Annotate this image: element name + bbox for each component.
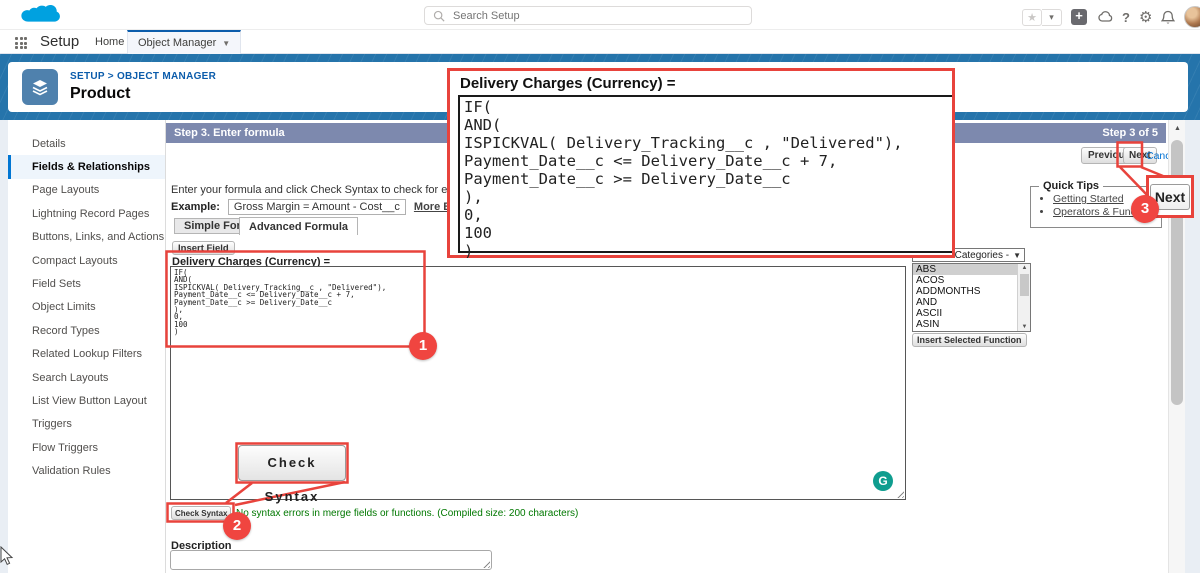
sidebar-item-lightning-record-pages[interactable]: Lightning Record Pages bbox=[8, 202, 165, 225]
annotation-zoomed-check-syntax-button: Check Syntax bbox=[238, 445, 346, 481]
resize-handle[interactable] bbox=[895, 489, 904, 498]
sidebar-item-fields-relationships[interactable]: Fields & Relationships bbox=[8, 155, 165, 178]
scroll-thumb[interactable] bbox=[1020, 274, 1029, 296]
scroll-down-icon[interactable]: ▼ bbox=[1018, 324, 1031, 330]
object-layers-icon bbox=[22, 69, 58, 105]
example-label: Example: bbox=[171, 201, 220, 213]
annotation-badge-1: 1 bbox=[409, 332, 437, 360]
zoomed-formula-text: IF( AND( ISPICKVAL( Delivery_Tracking__c… bbox=[464, 98, 903, 260]
resize-handle[interactable] bbox=[481, 559, 490, 568]
app-name: Setup bbox=[40, 33, 79, 50]
salesforce-logo-icon bbox=[18, 3, 62, 29]
sidebar-item-page-layouts[interactable]: Page Layouts bbox=[8, 179, 165, 202]
scroll-up-icon[interactable]: ▲ bbox=[1171, 122, 1184, 135]
function-option-ascii[interactable]: ASCII bbox=[913, 308, 1017, 319]
favorites-star-icon[interactable]: ★ bbox=[1022, 9, 1042, 26]
sidebar-item-buttons-links-actions[interactable]: Buttons, Links, and Actions bbox=[8, 226, 165, 249]
annotation-zoomed-formula: Delivery Charges (Currency) = IF( AND( I… bbox=[447, 68, 955, 258]
global-add-icon[interactable]: + bbox=[1071, 9, 1087, 25]
search-icon bbox=[433, 10, 445, 22]
function-option-addmonths[interactable]: ADDMONTHS bbox=[913, 286, 1017, 297]
app-nav-bar: Setup Home Object Manager▼ bbox=[0, 30, 1200, 54]
tab-advanced-formula[interactable]: Advanced Formula bbox=[239, 217, 358, 235]
sidebar-item-related-lookup-filters[interactable]: Related Lookup Filters bbox=[8, 343, 165, 366]
description-textarea[interactable] bbox=[170, 550, 492, 570]
scroll-up-icon[interactable]: ▲ bbox=[1018, 265, 1031, 271]
step-indicator: Step 3 of 5 bbox=[1102, 127, 1158, 139]
chevron-down-icon: ▼ bbox=[222, 39, 230, 48]
sidebar-item-flow-triggers[interactable]: Flow Triggers bbox=[8, 436, 165, 459]
guidance-center-icon[interactable] bbox=[1096, 10, 1113, 24]
favorites-list-caret-icon[interactable]: ▾ bbox=[1042, 9, 1062, 26]
sidebar-item-validation-rules[interactable]: Validation Rules bbox=[8, 459, 165, 482]
sidebar-item-search-layouts[interactable]: Search Layouts bbox=[8, 366, 165, 389]
example-value: Gross Margin = Amount - Cost__c bbox=[228, 199, 406, 215]
grammarly-icon[interactable]: G bbox=[873, 471, 893, 491]
sidebar-item-object-limits[interactable]: Object Limits bbox=[8, 296, 165, 319]
formula-text: IF( AND( ISPICKVAL( Delivery_Tracking__c… bbox=[174, 269, 386, 336]
mouse-cursor bbox=[0, 546, 14, 566]
page-title: Product bbox=[70, 85, 130, 103]
function-option-and[interactable]: AND bbox=[913, 297, 1017, 308]
function-option-asin[interactable]: ASIN bbox=[913, 319, 1017, 330]
check-syntax-button[interactable]: Check Syntax bbox=[171, 506, 231, 520]
function-option-abs[interactable]: ABS bbox=[913, 264, 1017, 275]
sidebar-item-triggers[interactable]: Triggers bbox=[8, 413, 165, 436]
step-title: Step 3. Enter formula bbox=[174, 127, 285, 139]
salesforce-setup-page: ★ ▾ + ? ⚙ Setup Home Object Manager▼ SET… bbox=[0, 0, 1200, 573]
function-listbox[interactable]: ABS ACOS ADDMONTHS AND ASCII ASIN ▲ ▼ bbox=[912, 263, 1031, 332]
zoomed-formula-label: Delivery Charges (Currency) = bbox=[460, 75, 676, 92]
notifications-bell-icon[interactable] bbox=[1161, 10, 1175, 25]
getting-started-link[interactable]: Getting Started bbox=[1053, 193, 1124, 205]
sidebar-item-compact-layouts[interactable]: Compact Layouts bbox=[8, 249, 165, 272]
function-option-acos[interactable]: ACOS bbox=[913, 275, 1017, 286]
insert-selected-function-button[interactable]: Insert Selected Function bbox=[912, 333, 1027, 347]
nav-tab-object-manager[interactable]: Object Manager▼ bbox=[127, 30, 241, 54]
quick-tips-title: Quick Tips bbox=[1039, 180, 1103, 192]
insert-field-button[interactable]: Insert Field bbox=[172, 241, 235, 255]
sidebar-item-field-sets[interactable]: Field Sets bbox=[8, 272, 165, 295]
global-header: ★ ▾ + ? ⚙ bbox=[0, 0, 1200, 30]
zoomed-formula-frame: IF( AND( ISPICKVAL( Delivery_Tracking__c… bbox=[458, 95, 952, 253]
sidebar-item-record-types[interactable]: Record Types bbox=[8, 319, 165, 342]
app-launcher-icon[interactable] bbox=[15, 37, 28, 49]
chevron-down-icon: ▼ bbox=[1013, 251, 1021, 260]
help-icon[interactable]: ? bbox=[1122, 10, 1130, 25]
breadcrumb[interactable]: SETUP > OBJECT MANAGER bbox=[70, 71, 216, 82]
sidebar-item-details[interactable]: Details bbox=[8, 132, 165, 155]
global-search[interactable] bbox=[424, 6, 752, 25]
annotation-badge-3: 3 bbox=[1131, 195, 1159, 223]
setup-gear-icon[interactable]: ⚙ bbox=[1139, 8, 1152, 26]
function-list-scrollbar[interactable]: ▲ ▼ bbox=[1017, 264, 1030, 331]
annotation-badge-2: 2 bbox=[223, 512, 251, 540]
search-setup-input[interactable] bbox=[453, 10, 713, 22]
user-avatar[interactable] bbox=[1184, 6, 1200, 28]
object-sidebar: Details Fields & Relationships Page Layo… bbox=[8, 120, 166, 573]
sidebar-item-list-view-button-layout[interactable]: List View Button Layout bbox=[8, 389, 165, 412]
